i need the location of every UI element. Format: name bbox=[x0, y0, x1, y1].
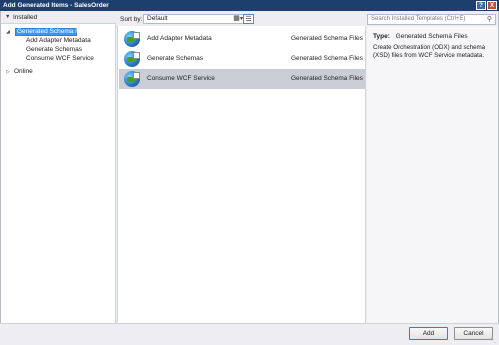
grid-view-icon[interactable]: ▦ bbox=[231, 14, 242, 24]
search-placeholder: Search Installed Templates (Ctrl+E) bbox=[371, 16, 466, 22]
expand-triangle-icon[interactable]: ▷ bbox=[6, 68, 10, 76]
wcf-globe-icon bbox=[124, 31, 140, 47]
sort-by-label: Sort by: bbox=[120, 16, 143, 23]
wcf-globe-icon bbox=[124, 51, 140, 67]
template-category: Generated Schema Files bbox=[291, 55, 363, 62]
wcf-globe-icon bbox=[124, 71, 140, 87]
sort-toolbar: Sort by: Default ▼ ▦ ☰ bbox=[117, 12, 366, 26]
template-category: Generated Schema Files bbox=[291, 75, 363, 82]
tree-node-add-adapter-metadata[interactable]: Add Adapter Metadata bbox=[26, 37, 91, 45]
template-row-generate-schemas[interactable]: Generate Schemas Generated Schema Files bbox=[119, 49, 365, 69]
tree-node-label: Generate Schemas bbox=[26, 46, 83, 53]
tree-node-label: Online bbox=[14, 68, 33, 75]
search-input[interactable]: Search Installed Templates (Ctrl+E) ⚲ bbox=[367, 14, 496, 25]
collapse-arrow-icon[interactable]: ▼ bbox=[5, 14, 10, 20]
template-details-panel: Type: Generated Schema Files Create Orch… bbox=[367, 26, 498, 323]
tree-node-label: Generated Schema Files bbox=[17, 28, 89, 35]
resize-grip-icon[interactable]: ⋱ bbox=[490, 337, 496, 344]
template-description: Create Orchestration (ODX) and schema (X… bbox=[373, 44, 486, 59]
tree-node-consume-wcf-service[interactable]: Consume WCF Service bbox=[26, 55, 94, 63]
template-name: Consume WCF Service bbox=[147, 75, 215, 82]
cancel-button[interactable]: Cancel bbox=[454, 327, 493, 340]
add-button[interactable]: Add bbox=[409, 327, 448, 340]
tree-header-installed[interactable]: ▼ Installed bbox=[1, 11, 116, 24]
template-category: Generated Schema Files bbox=[291, 35, 363, 42]
template-list: Add Adapter Metadata Generated Schema Fi… bbox=[117, 26, 366, 323]
template-type-line: Type: Generated Schema Files bbox=[373, 33, 468, 40]
template-tree-panel: ▼ Installed ◢ Generated Schema Files Add… bbox=[1, 11, 116, 323]
collapse-triangle-icon[interactable]: ◢ bbox=[6, 28, 10, 36]
template-row-add-adapter-metadata[interactable]: Add Adapter Metadata Generated Schema Fi… bbox=[119, 29, 365, 49]
tree-node-label: Add Adapter Metadata bbox=[26, 37, 91, 44]
template-row-consume-wcf-service[interactable]: Consume WCF Service Generated Schema Fil… bbox=[119, 69, 365, 89]
help-button[interactable]: ? bbox=[476, 1, 486, 10]
title-bar: Add Generated Items - SalesOrder ? X bbox=[0, 0, 499, 11]
type-label: Type: bbox=[373, 33, 390, 40]
window-title: Add Generated Items - SalesOrder bbox=[3, 2, 109, 9]
search-icon[interactable]: ⚲ bbox=[487, 15, 492, 24]
list-view-icon[interactable]: ☰ bbox=[243, 14, 254, 24]
tree-node-label: Consume WCF Service bbox=[26, 55, 94, 62]
template-name: Generate Schemas bbox=[147, 55, 204, 62]
type-value: Generated Schema Files bbox=[395, 33, 468, 40]
tree-header-label: Installed bbox=[13, 14, 38, 21]
template-name: Add Adapter Metadata bbox=[147, 35, 212, 42]
close-button[interactable]: X bbox=[487, 1, 497, 10]
sort-by-value: Default bbox=[147, 15, 168, 22]
tree-node-generate-schemas[interactable]: Generate Schemas bbox=[26, 46, 82, 54]
